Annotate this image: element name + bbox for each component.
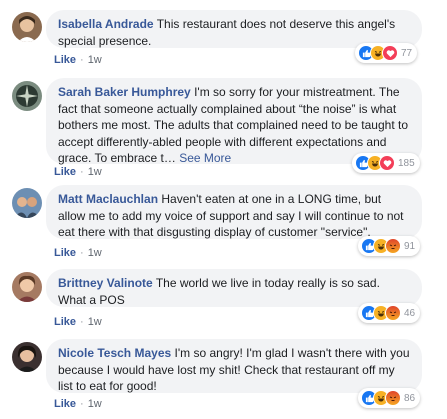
separator-dot: · — [80, 166, 84, 178]
comment-bubble: Matt Maclauchlan Haven't eaten at one in… — [46, 185, 422, 239]
comment-author[interactable]: Nicole Tesch Mayes — [58, 346, 171, 360]
like-button[interactable]: Like — [54, 398, 76, 410]
like-button[interactable]: Like — [54, 247, 76, 259]
comment-author[interactable]: Brittney Valinote — [58, 276, 153, 290]
comment-timestamp[interactable]: 1w — [88, 316, 102, 328]
reaction-count: 86 — [404, 392, 416, 404]
reaction-summary[interactable]: 91 — [358, 236, 421, 256]
avatar[interactable] — [12, 188, 42, 218]
comment-actions: Like · 1w — [54, 398, 102, 410]
separator-dot: · — [80, 398, 84, 410]
reaction-count: 77 — [401, 47, 413, 59]
comment-actions: Like · 1w — [54, 54, 102, 66]
comment-author[interactable]: Matt Maclauchlan — [58, 192, 158, 206]
comment-timestamp[interactable]: 1w — [88, 398, 102, 410]
avatar[interactable] — [12, 272, 42, 302]
separator-dot: · — [80, 316, 84, 328]
separator-dot: · — [80, 247, 84, 259]
see-more-link[interactable]: See More — [179, 151, 231, 165]
angry-icon — [385, 390, 401, 406]
comment-bubble: Nicole Tesch Mayes I'm so angry! I'm gla… — [46, 339, 422, 393]
comment-bubble: Sarah Baker Humphrey I'm so sorry for yo… — [46, 78, 422, 165]
comment-timestamp[interactable]: 1w — [88, 247, 102, 259]
reaction-summary[interactable]: 46 — [358, 303, 421, 323]
reaction-summary[interactable]: 86 — [358, 388, 421, 408]
comment-timestamp[interactable]: 1w — [88, 166, 102, 178]
comment-actions: Like · 1w — [54, 316, 102, 328]
avatar[interactable] — [12, 342, 42, 372]
comment-actions: Like · 1w — [54, 166, 102, 178]
comment-timestamp[interactable]: 1w — [88, 54, 102, 66]
love-icon — [382, 45, 398, 61]
comment-bubble: Brittney Valinote The world we live in t… — [46, 269, 422, 307]
avatar[interactable] — [12, 81, 42, 111]
reaction-count: 91 — [404, 240, 416, 252]
avatar[interactable] — [12, 12, 42, 42]
comment-author[interactable]: Isabella Andrade — [58, 17, 154, 31]
separator-dot: · — [80, 54, 84, 66]
reaction-count: 185 — [398, 157, 415, 169]
reaction-summary[interactable]: 77 — [355, 43, 418, 63]
love-icon — [379, 155, 395, 171]
comment-actions: Like · 1w — [54, 247, 102, 259]
like-button[interactable]: Like — [54, 54, 76, 66]
like-button[interactable]: Like — [54, 316, 76, 328]
reaction-summary[interactable]: 185 — [352, 153, 420, 173]
comment-author[interactable]: Sarah Baker Humphrey — [58, 85, 191, 99]
reaction-count: 46 — [404, 307, 416, 319]
angry-icon — [385, 238, 401, 254]
like-button[interactable]: Like — [54, 166, 76, 178]
angry-icon — [385, 305, 401, 321]
